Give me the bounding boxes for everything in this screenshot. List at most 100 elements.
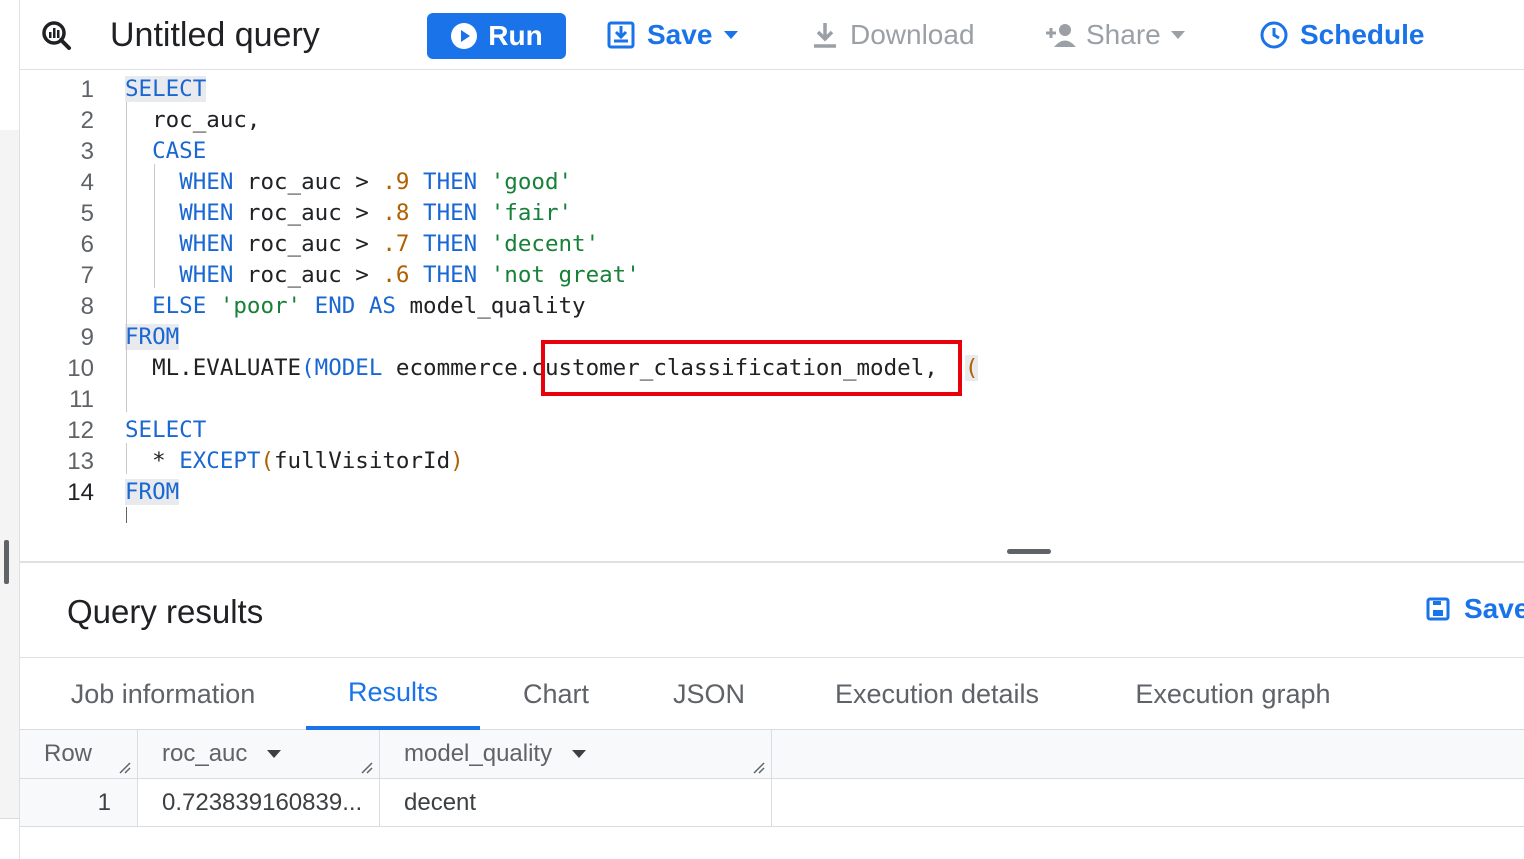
panel-resize-handle[interactable]	[4, 540, 9, 584]
code-token: (	[301, 355, 315, 381]
chevron-down-icon[interactable]	[267, 750, 282, 758]
code-line[interactable]: 8 ELSE 'poor' END AS model_quality	[20, 291, 1524, 322]
annotation-highlight-box	[541, 340, 962, 396]
code-token: SELECT	[125, 76, 207, 102]
download-icon	[812, 21, 838, 49]
model-quality-cell[interactable]: decent	[380, 779, 772, 826]
query-title[interactable]: Untitled query	[110, 0, 320, 70]
tab-execution-graph[interactable]: Execution graph	[1108, 658, 1358, 730]
download-label: Download	[850, 19, 975, 50]
line-number: 13	[67, 448, 94, 475]
left-panel-divider	[0, 818, 20, 819]
code-token: roc_auc >	[233, 169, 383, 195]
code-token: 'fair'	[490, 200, 573, 226]
share-button[interactable]: Share	[1044, 0, 1185, 70]
code-token: roc_auc,	[125, 107, 261, 133]
line-number: 11	[69, 386, 94, 413]
indent-guide	[126, 381, 127, 412]
code-line[interactable]: 3 CASE	[20, 136, 1524, 167]
chevron-down-icon	[1170, 31, 1185, 39]
code-token: CASE	[152, 138, 207, 164]
code-line[interactable]: 12 SELECT	[20, 415, 1524, 446]
code-token: THEN	[423, 169, 478, 195]
code-token: )	[450, 448, 464, 474]
code-text: ELSE 'poor' END AS model_quality	[125, 291, 586, 322]
column-header-row: Row	[20, 730, 138, 778]
code-text: roc_auc,	[125, 105, 260, 136]
results-header: Query results Save	[20, 563, 1524, 658]
play-circle-icon	[450, 22, 478, 50]
schedule-button[interactable]: Schedule	[1260, 0, 1424, 70]
splitter-drag-handle[interactable]	[1007, 549, 1051, 554]
editor-results-splitter[interactable]	[20, 523, 1524, 563]
code-text: CASE	[125, 136, 206, 167]
code-line[interactable]: 2 roc_auc,	[20, 105, 1524, 136]
code-text: WHEN roc_auc > .6 THEN 'not great'	[125, 260, 640, 291]
code-token: .6	[382, 262, 410, 288]
tab-results[interactable]: Results	[306, 658, 480, 730]
column-header-roc-auc[interactable]: roc_auc	[138, 730, 380, 778]
tab-chart[interactable]: Chart	[500, 658, 612, 730]
code-token: 'poor'	[219, 293, 302, 319]
code-token: END	[314, 293, 356, 319]
code-line[interactable]: 1 SELECT	[20, 74, 1524, 105]
schedule-label: Schedule	[1300, 19, 1425, 50]
save-label: Save	[647, 19, 713, 50]
column-resize-icon[interactable]	[119, 762, 131, 774]
left-panel-shade	[0, 130, 19, 818]
tab-job-information[interactable]: Job information	[40, 658, 286, 730]
code-line[interactable]: 14 FROM	[20, 477, 1524, 508]
roc-auc-cell[interactable]: 0.723839160839...	[138, 779, 380, 826]
share-label: Share	[1086, 19, 1161, 50]
column-header-model-quality[interactable]: model_quality	[380, 730, 772, 778]
code-token: (	[260, 448, 275, 474]
save-results-button[interactable]: Save	[1426, 593, 1524, 625]
run-button[interactable]: Run	[427, 13, 566, 59]
code-line[interactable]: 6 WHEN roc_auc > .7 THEN 'decent'	[20, 229, 1524, 260]
code-token: WHEN	[179, 169, 234, 195]
code-line[interactable]: 7 WHEN roc_auc > .6 THEN 'not great'	[20, 260, 1524, 291]
column-resize-icon[interactable]	[361, 762, 373, 774]
code-token: *	[125, 448, 180, 474]
code-token: THEN	[423, 231, 478, 257]
code-token: EXCEPT	[179, 448, 261, 474]
indent-guide	[154, 164, 155, 288]
code-token: THEN	[423, 200, 478, 226]
tab-json[interactable]: JSON	[652, 658, 766, 730]
code-token: 'not great'	[490, 262, 640, 288]
sql-editor[interactable]: 1 SELECT 2 roc_auc, 3 CASE 4 WHEN roc_auc > …	[20, 71, 1524, 523]
download-button[interactable]: Download	[812, 0, 975, 70]
code-token: MODEL	[314, 355, 383, 381]
code-text: * EXCEPT(fullVisitorId)	[125, 446, 464, 477]
code-token: roc_auc >	[233, 200, 383, 226]
column-header-label: roc_auc	[162, 740, 248, 767]
save-button[interactable]: Save	[607, 0, 739, 70]
line-number: 8	[80, 293, 94, 320]
tab-execution-details[interactable]: Execution details	[806, 658, 1068, 730]
column-resize-icon[interactable]	[753, 762, 765, 774]
save-download-icon	[607, 21, 635, 49]
code-line[interactable]: 5 WHEN roc_auc > .8 THEN 'fair'	[20, 198, 1524, 229]
code-text: WHEN roc_auc > .7 THEN 'decent'	[125, 229, 599, 260]
column-header-label: Row	[44, 740, 93, 767]
code-line[interactable]: 13 * EXCEPT(fullVisitorId)	[20, 446, 1524, 477]
code-token: (	[964, 355, 979, 381]
line-number: 12	[67, 417, 94, 444]
line-number: 1	[80, 76, 94, 103]
clock-icon	[1260, 21, 1288, 49]
code-line[interactable]: 4 WHEN roc_auc > .9 THEN 'good'	[20, 167, 1524, 198]
left-panel-edge	[0, 0, 20, 859]
chevron-down-icon[interactable]	[572, 750, 587, 758]
code-token: WHEN	[179, 262, 234, 288]
code-token: AS	[368, 293, 396, 319]
code-token: fullVisitorId	[274, 448, 451, 474]
